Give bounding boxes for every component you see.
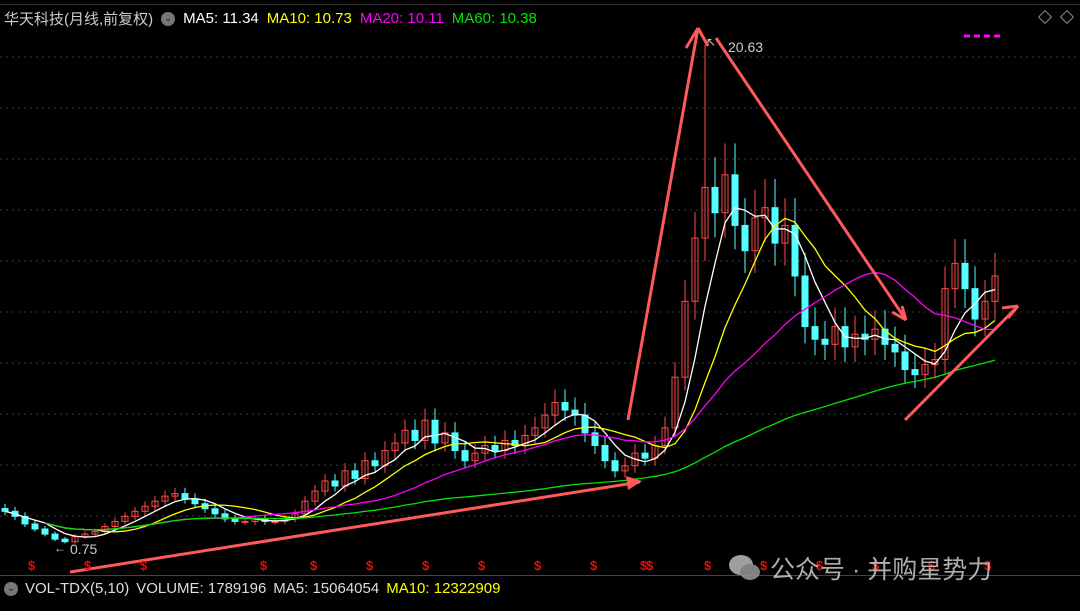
watermark: 公众号 · 并购星势力 [728,550,992,586]
candle [411,429,419,441]
ma60-value: MA60: 10.38 [451,10,537,27]
arrow-long-uptrend [69,480,641,574]
candle [41,528,49,535]
candle [241,520,249,523]
volume-ma5: MA5: 15064054 [273,580,380,597]
dividend-marker[interactable]: $ [590,558,598,573]
candle [821,338,829,345]
candle [51,533,59,540]
candle [271,520,279,523]
dividend-marker[interactable]: $ [84,558,92,573]
dividend-marker[interactable]: $ [704,558,712,573]
ma5-line [4,206,996,538]
dividend-marker[interactable]: $ [422,558,430,573]
stock-title: 华天科技(月线,前复权) [4,11,154,28]
candle [451,432,459,452]
dividend-marker[interactable]: $ [28,558,36,573]
candle [211,508,219,515]
candle [611,460,619,472]
candle [901,351,909,371]
dividend-marker[interactable]: $ [366,558,374,573]
dividend-marker[interactable]: $ [140,558,148,573]
trend-arrows [69,27,1020,574]
dividend-marker[interactable]: $ [260,558,268,573]
candle [711,186,719,214]
dividend-marker[interactable]: $ [478,558,486,573]
candle [461,450,469,462]
candle [811,326,819,340]
candle [731,174,739,226]
candle [331,480,339,487]
candle [561,402,569,411]
dividend-marker[interactable]: $ [310,558,318,573]
arrow-rebound [903,304,1020,422]
candle [911,369,919,376]
volume-ma10: MA10: 12322909 [386,580,501,597]
high-arrow-icon: ↖ [706,35,716,49]
candle [641,452,649,459]
volume-header: ⌄ VOL-TDX(5,10) VOLUME: 1789196 MA5: 150… [4,580,500,597]
candle [891,343,899,353]
candle [741,224,749,252]
arrow-decline [714,37,908,321]
chevron-down-icon[interactable]: ⌄ [161,11,176,26]
chevron-down-icon[interactable]: ⌄ [4,581,18,596]
candle [801,275,809,328]
candle [601,445,609,462]
ma5-value: MA5: 11.34 [183,10,259,27]
ma20-value: MA20: 10.11 [359,10,444,27]
candle [231,518,239,522]
candle [371,460,379,467]
candle [431,419,439,444]
volume-value: VOLUME: 1789196 [136,580,267,597]
low-arrow-icon: ← [54,541,66,555]
ma10-value: MA10: 10.73 [266,10,352,27]
candle [961,262,969,290]
candle [351,470,359,479]
dividend-marker[interactable]: $ [534,558,542,573]
candle [491,445,499,452]
volume-indicator: VOL-TDX(5,10) [25,580,130,597]
candle [31,523,39,530]
candle [581,414,589,434]
dividend-marker[interactable]: $ [646,558,654,573]
wechat-icon [729,555,760,580]
candle [181,493,189,500]
ma10-line [44,217,996,533]
watermark-text: 公众号 · 并购星势力 [770,556,993,584]
price-chart[interactable]: $ $ $ $ $ $ $ $ $ $ $$ $ $ $ $ $ $ 20.63 ↖ 0.75 ← [0,0,1080,611]
high-price-label: 20.63 [728,39,763,55]
low-price-label: 0.75 [70,541,97,557]
candle [1,508,9,512]
chart-header: 华天科技(月线,前复权) ⌄ MA5: 11.34 MA10: 10.73 MA… [4,8,537,29]
